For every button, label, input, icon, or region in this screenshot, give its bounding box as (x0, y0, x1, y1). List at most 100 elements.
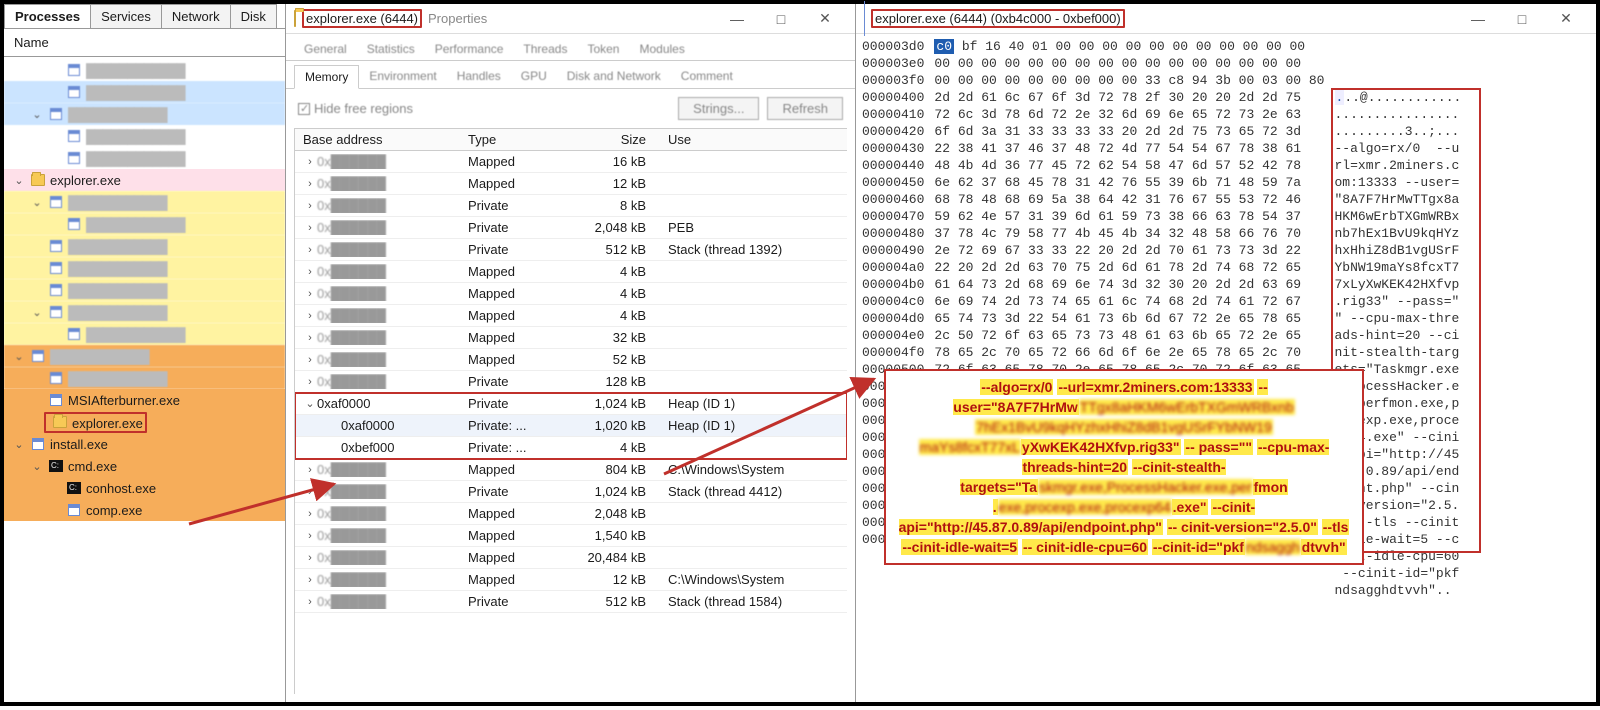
memory-row[interactable]: ›0x██████Mapped16 kB (295, 151, 847, 173)
memory-row[interactable]: ›0x██████Mapped4 kB (295, 261, 847, 283)
memory-row[interactable]: ›0x██████Mapped804 kBC:\Windows\System (295, 459, 847, 481)
tree-twisty[interactable]: ⌄ (30, 306, 44, 319)
tree-node[interactable]: ████████████ (4, 279, 285, 301)
tree-node[interactable]: ████████████ (4, 367, 285, 389)
properties-tab-modules[interactable]: Modules (629, 38, 694, 60)
properties-tab-environment[interactable]: Environment (359, 65, 446, 88)
tree-node[interactable]: ████████████ (4, 59, 285, 81)
memory-row[interactable]: ›0x██████Mapped12 kBC:\Windows\System (295, 569, 847, 591)
tree-node[interactable]: comp.exe (4, 499, 285, 521)
memory-regions-table[interactable]: Base address Type Size Use ›0x██████Mapp… (294, 128, 847, 694)
folder-icon (52, 414, 68, 430)
tree-twisty[interactable]: ⌄ (30, 460, 44, 473)
memory-row[interactable]: ›0x██████Private128 kB (295, 371, 847, 393)
tree-node[interactable]: explorer.exe (4, 411, 285, 433)
close-button[interactable]: ✕ (803, 6, 847, 32)
decoded-strings-callout: --algo=rx/0 --url=xmr.2miners.com:13333 … (884, 369, 1364, 565)
tree-twisty[interactable]: ⌄ (30, 196, 44, 209)
tree-label: ████████████ (86, 217, 185, 232)
tree-node[interactable]: ████████████ (4, 323, 285, 345)
tab-network[interactable]: Network (161, 4, 231, 28)
memory-row[interactable]: 0xaf0000Private: ...1,020 kBHeap (ID 1) (295, 415, 847, 437)
tree-label: ████████████ (86, 327, 185, 342)
tree-label: MSIAfterburner.exe (68, 393, 180, 408)
refresh-button[interactable]: Refresh (767, 97, 843, 120)
tree-label: ████████████ (68, 107, 167, 122)
properties-tab-gpu[interactable]: GPU (511, 65, 557, 88)
tree-node[interactable]: ⌄install.exe (4, 433, 285, 455)
properties-tab-disk-and-network[interactable]: Disk and Network (557, 65, 671, 88)
minimize-button[interactable]: — (715, 6, 759, 32)
memory-row[interactable]: ›0x██████Mapped32 kB (295, 327, 847, 349)
tab-processes[interactable]: Processes (4, 4, 91, 28)
memory-row[interactable]: ›0x██████Mapped4 kB (295, 283, 847, 305)
app-icon (30, 348, 46, 364)
tree-twisty[interactable]: ⌄ (12, 174, 26, 187)
properties-tab-token[interactable]: Token (577, 38, 629, 60)
strings-button[interactable]: Strings... (678, 97, 759, 120)
maximize-button[interactable]: □ (1500, 6, 1544, 32)
properties-titlebar[interactable]: explorer.exe (6444) Properties — □ ✕ (286, 4, 855, 34)
hex-titlebar[interactable]: explorer.exe (6444) (0xb4c000 - 0xbef000… (856, 4, 1596, 34)
memory-row[interactable]: ›0x██████Private512 kBStack (thread 1392… (295, 239, 847, 261)
process-tree[interactable]: ████████████████████████⌄███████████████… (4, 57, 285, 702)
memory-row[interactable]: ›0x██████Private1,024 kBStack (thread 44… (295, 481, 847, 503)
properties-title-process: explorer.exe (6444) (306, 11, 418, 26)
tab-services[interactable]: Services (90, 4, 162, 28)
maximize-button[interactable]: □ (759, 6, 803, 32)
tree-node[interactable]: ████████████ (4, 213, 285, 235)
properties-tab-statistics[interactable]: Statistics (357, 38, 425, 60)
memory-row[interactable]: ›0x██████Mapped1,540 kB (295, 525, 847, 547)
app-icon (864, 2, 865, 35)
tab-disk[interactable]: Disk (230, 4, 277, 28)
tree-node[interactable]: ⌄ ████████████ (4, 103, 285, 125)
tree-label: ████████████ (68, 261, 167, 276)
properties-title-suffix: Properties (428, 11, 487, 26)
memory-row[interactable]: ›0x██████Mapped12 kB (295, 173, 847, 195)
hex-ascii-column[interactable]: ...@....................................… (1335, 38, 1462, 698)
memory-table-header[interactable]: Base address Type Size Use (295, 129, 847, 151)
memory-row[interactable]: ›0x██████Mapped20,484 kB (295, 547, 847, 569)
hide-free-checkbox[interactable]: ✓ Hide free regions (298, 101, 413, 116)
tree-twisty[interactable]: ⌄ (12, 438, 26, 451)
tree-node[interactable]: ⌄C:cmd.exe (4, 455, 285, 477)
tree-node[interactable]: MSIAfterburner.exe (4, 389, 285, 411)
properties-tab-memory[interactable]: Memory (294, 65, 359, 89)
memory-row[interactable]: 0xbef000Private: ...4 kB (295, 437, 847, 459)
column-header-name[interactable]: Name (4, 29, 285, 57)
hex-view-window: explorer.exe (6444) (0xb4c000 - 0xbef000… (856, 4, 1596, 702)
memory-row[interactable]: ›0x██████Private8 kB (295, 195, 847, 217)
memory-row[interactable]: ›0x██████Mapped4 kB (295, 305, 847, 327)
tree-node[interactable]: ⌄████████████ (4, 301, 285, 323)
memory-row[interactable]: ›0x██████Private2,048 kBPEB (295, 217, 847, 239)
tree-node[interactable]: ████████████ (4, 125, 285, 147)
properties-tab-performance[interactable]: Performance (425, 38, 514, 60)
memory-row[interactable]: ⌄0xaf0000Private1,024 kBHeap (ID 1) (295, 393, 847, 415)
app-icon (66, 502, 82, 518)
memory-row[interactable]: ›0x██████Mapped2,048 kB (295, 503, 847, 525)
close-button[interactable]: ✕ (1544, 6, 1588, 32)
minimize-button[interactable]: — (1456, 6, 1500, 32)
properties-tab-threads[interactable]: Threads (513, 38, 577, 60)
app-icon (48, 194, 64, 210)
tree-node[interactable]: ⌄explorer.exe (4, 169, 285, 191)
tree-node[interactable]: ████████████ (4, 235, 285, 257)
tree-node[interactable]: ⌄████████████ (4, 345, 285, 367)
properties-tab-general[interactable]: General (294, 38, 357, 60)
memory-row[interactable]: ›0x██████Private512 kBStack (thread 1584… (295, 591, 847, 613)
app-icon (48, 304, 64, 320)
tree-node[interactable]: ████████████ (4, 81, 285, 103)
tree-node[interactable]: ████████████ (4, 147, 285, 169)
hex-bytes-column[interactable]: c0 bf 16 40 01 00 00 00 00 00 00 00 00 0… (934, 38, 1334, 698)
properties-tab-comment[interactable]: Comment (671, 65, 743, 88)
properties-tab-handles[interactable]: Handles (447, 65, 511, 88)
hex-body[interactable]: 000003d0000003e0000003f00000040000000410… (856, 34, 1596, 702)
memory-row[interactable]: ›0x██████Mapped52 kB (295, 349, 847, 371)
tree-twisty[interactable]: ⌄ (12, 350, 26, 363)
tree-node[interactable]: C:conhost.exe (4, 477, 285, 499)
tree-node[interactable]: ⌄████████████ (4, 191, 285, 213)
app-icon (48, 260, 64, 276)
tree-node[interactable]: ████████████ (4, 257, 285, 279)
tree-label: cmd.exe (68, 459, 117, 474)
tree-twisty[interactable]: ⌄ (30, 108, 44, 121)
